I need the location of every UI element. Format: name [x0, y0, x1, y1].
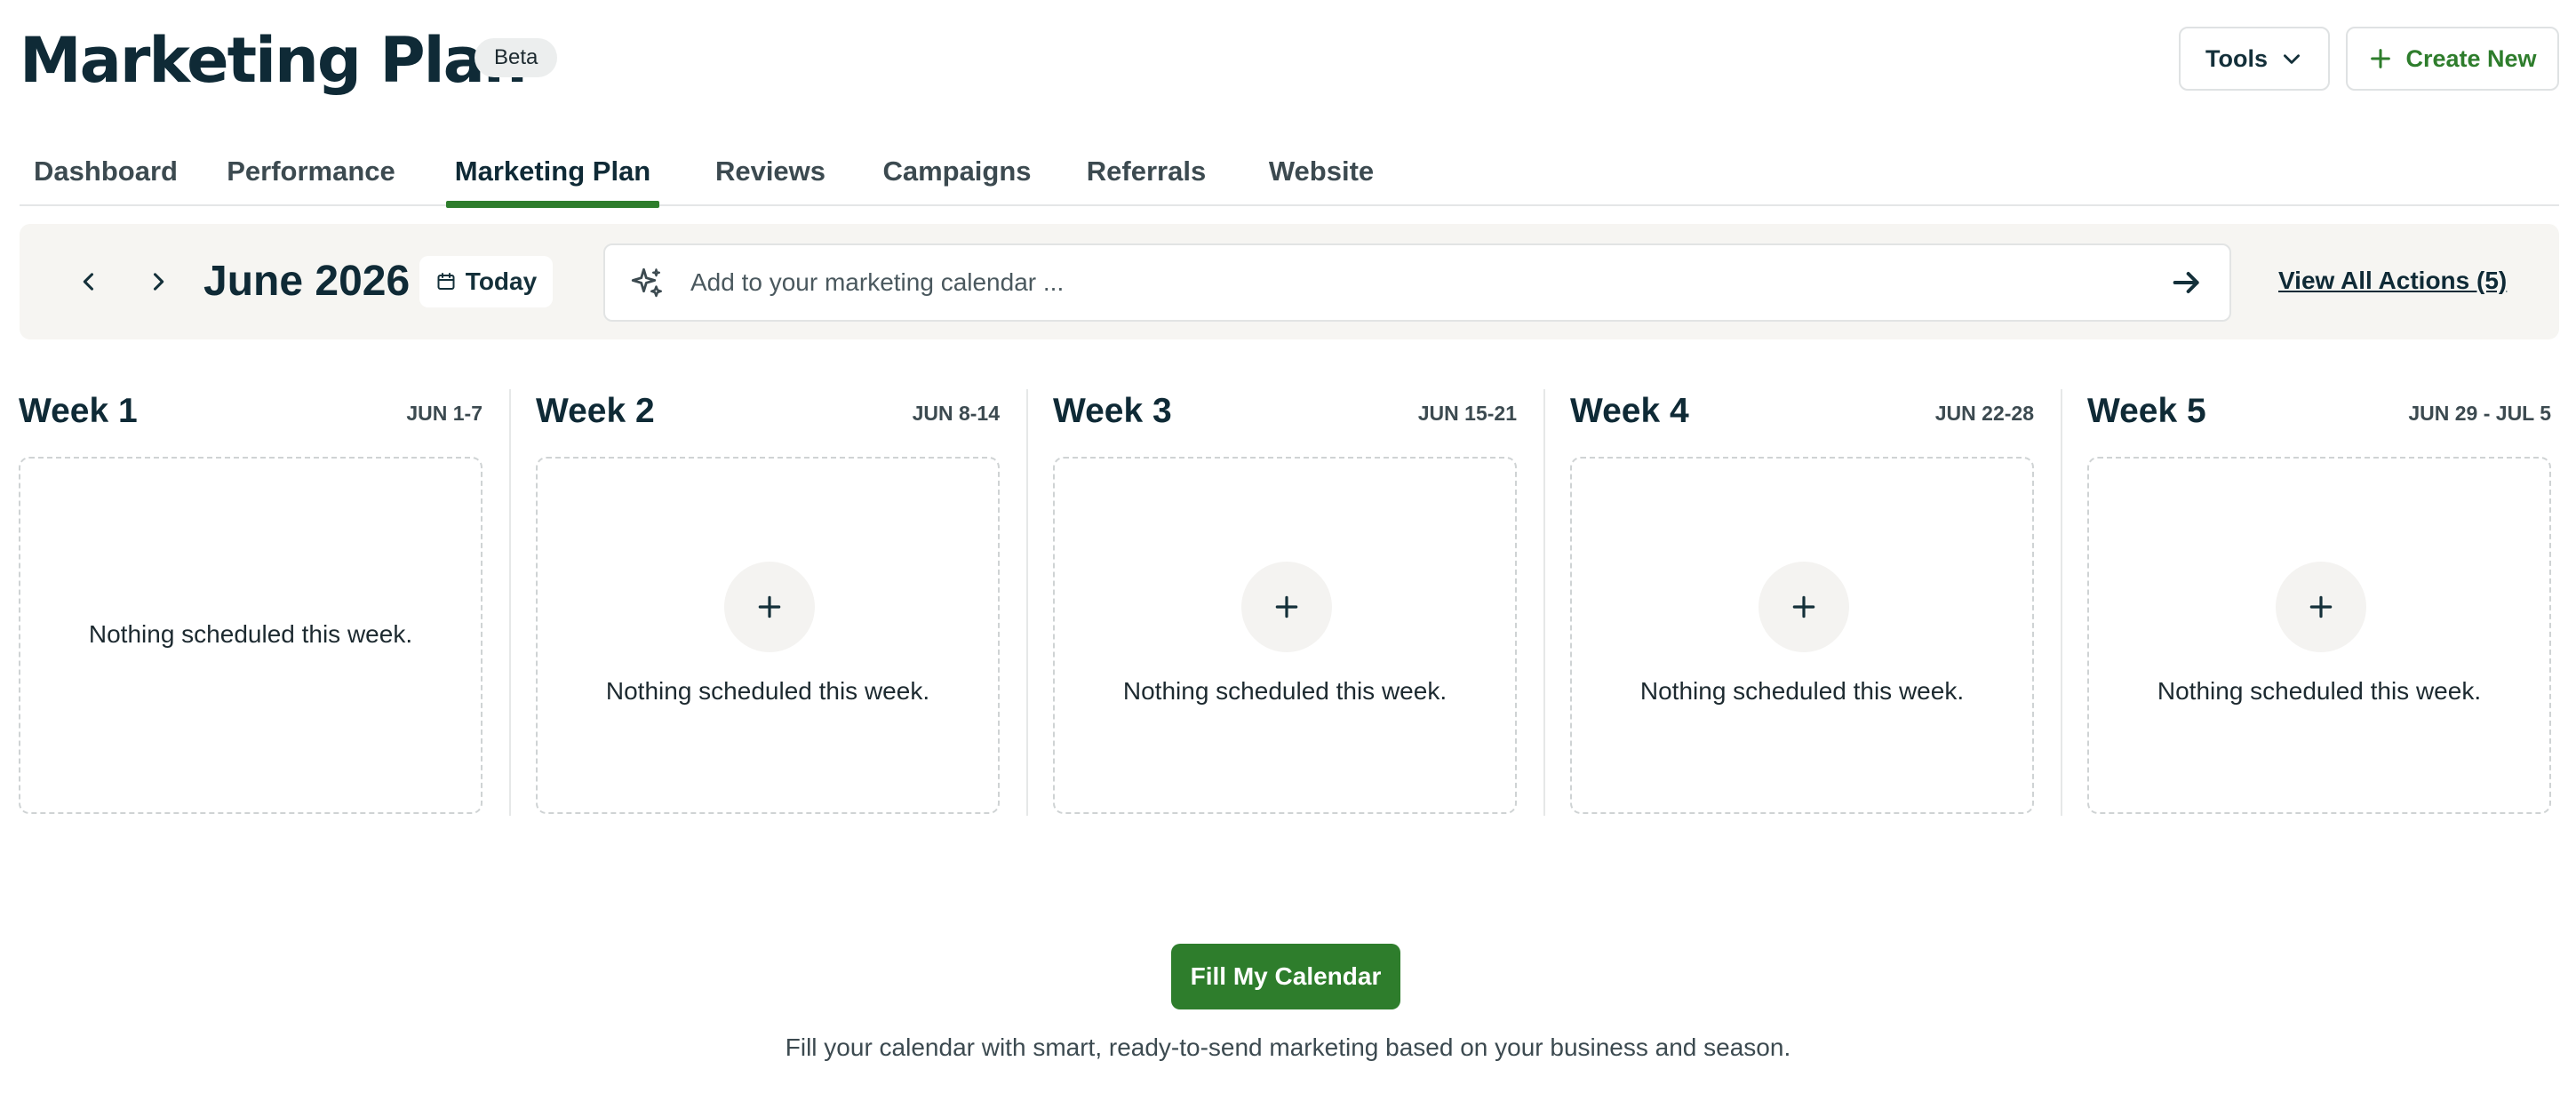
week-drop-zone[interactable]: Nothing scheduled this week. — [1570, 457, 2034, 814]
empty-week-message: Nothing scheduled this week. — [1122, 677, 1448, 705]
create-new-button[interactable]: Create New — [2346, 27, 2559, 91]
calendar-toolbar: June 2026 Today View All Actions (5) — [20, 224, 2559, 339]
empty-week-message: Nothing scheduled this week. — [2157, 677, 2482, 705]
add-item-button[interactable] — [724, 562, 815, 652]
today-label: Today — [465, 267, 538, 295]
add-item-button[interactable] — [1759, 562, 1849, 652]
add-item-button[interactable] — [2276, 562, 2366, 652]
chevron-left-icon — [83, 273, 94, 291]
week-title: Week 4 — [1570, 392, 1689, 430]
view-all-actions-link[interactable]: View All Actions (5) — [2278, 263, 2507, 299]
page-header: Marketing Plan Beta Tools Create New — [20, 27, 2559, 98]
marketing-calendar-input[interactable] — [690, 258, 2112, 307]
week-drop-zone[interactable]: Nothing scheduled this week. — [1053, 457, 1517, 814]
main-tabs: Dashboard Performance Marketing Plan Rev… — [20, 147, 2559, 208]
add-item-button[interactable] — [1241, 562, 1332, 652]
fill-my-calendar-button[interactable]: Fill My Calendar — [1171, 944, 1400, 1009]
plus-icon — [758, 595, 781, 618]
empty-week-message: Nothing scheduled this week. — [88, 620, 413, 648]
tab-campaigns[interactable]: Campaigns — [873, 147, 1041, 206]
empty-week-message: Nothing scheduled this week. — [605, 677, 930, 705]
tab-performance[interactable]: Performance — [222, 147, 400, 206]
tab-dashboard[interactable]: Dashboard — [32, 147, 179, 206]
page-title: Marketing Plan — [20, 24, 528, 97]
tab-reviews[interactable]: Reviews — [704, 147, 837, 206]
week-date-range: JUN 15-21 — [1417, 402, 1517, 425]
chevron-down-icon — [2284, 54, 2300, 64]
week-drop-zone[interactable]: Nothing scheduled this week. — [2087, 457, 2551, 814]
week-title: Week 1 — [19, 392, 138, 430]
chevron-right-icon — [153, 273, 164, 291]
tab-website[interactable]: Website — [1255, 147, 1388, 206]
previous-month-button[interactable] — [67, 259, 111, 304]
column-divider — [1026, 389, 1028, 816]
fill-calendar-description: Fill your calendar with smart, ready-to-… — [785, 1033, 1791, 1061]
week-date-range: JUN 22-28 — [1934, 402, 2034, 425]
tab-marketing-plan[interactable]: Marketing Plan — [446, 147, 659, 208]
calendar-icon — [437, 273, 455, 290]
arrow-right-icon[interactable] — [2169, 265, 2205, 300]
week-drop-zone[interactable]: Nothing scheduled this week. — [19, 457, 483, 814]
week-date-range: JUN 1-7 — [406, 402, 483, 425]
plus-icon — [2371, 49, 2391, 68]
sparkle-icon — [631, 267, 662, 298]
plus-icon — [2309, 595, 2333, 618]
today-button[interactable]: Today — [419, 256, 553, 307]
tools-dropdown-button[interactable]: Tools — [2179, 27, 2330, 91]
column-divider — [1543, 389, 1545, 816]
week-title: Week 2 — [536, 392, 655, 430]
column-divider — [2061, 389, 2062, 816]
week-title: Week 5 — [2087, 392, 2206, 430]
week-drop-zone[interactable]: Nothing scheduled this week. — [536, 457, 1000, 814]
current-month: June 2026 — [203, 258, 411, 305]
tools-label: Tools — [2205, 44, 2268, 72]
create-new-label: Create New — [2405, 44, 2537, 72]
plus-icon — [1275, 595, 1298, 618]
beta-badge: Beta — [475, 38, 558, 77]
next-month-button[interactable] — [136, 259, 180, 304]
week-date-range: JUN 8-14 — [912, 402, 1000, 425]
column-divider — [509, 389, 511, 816]
week-date-range: JUN 29 - JUL 5 — [2408, 402, 2551, 425]
marketing-calendar-input-box[interactable] — [603, 243, 2231, 322]
tab-referrals[interactable]: Referrals — [1075, 147, 1217, 206]
empty-week-message: Nothing scheduled this week. — [1639, 677, 1965, 705]
week-title: Week 3 — [1053, 392, 1172, 430]
plus-icon — [1792, 595, 1815, 618]
